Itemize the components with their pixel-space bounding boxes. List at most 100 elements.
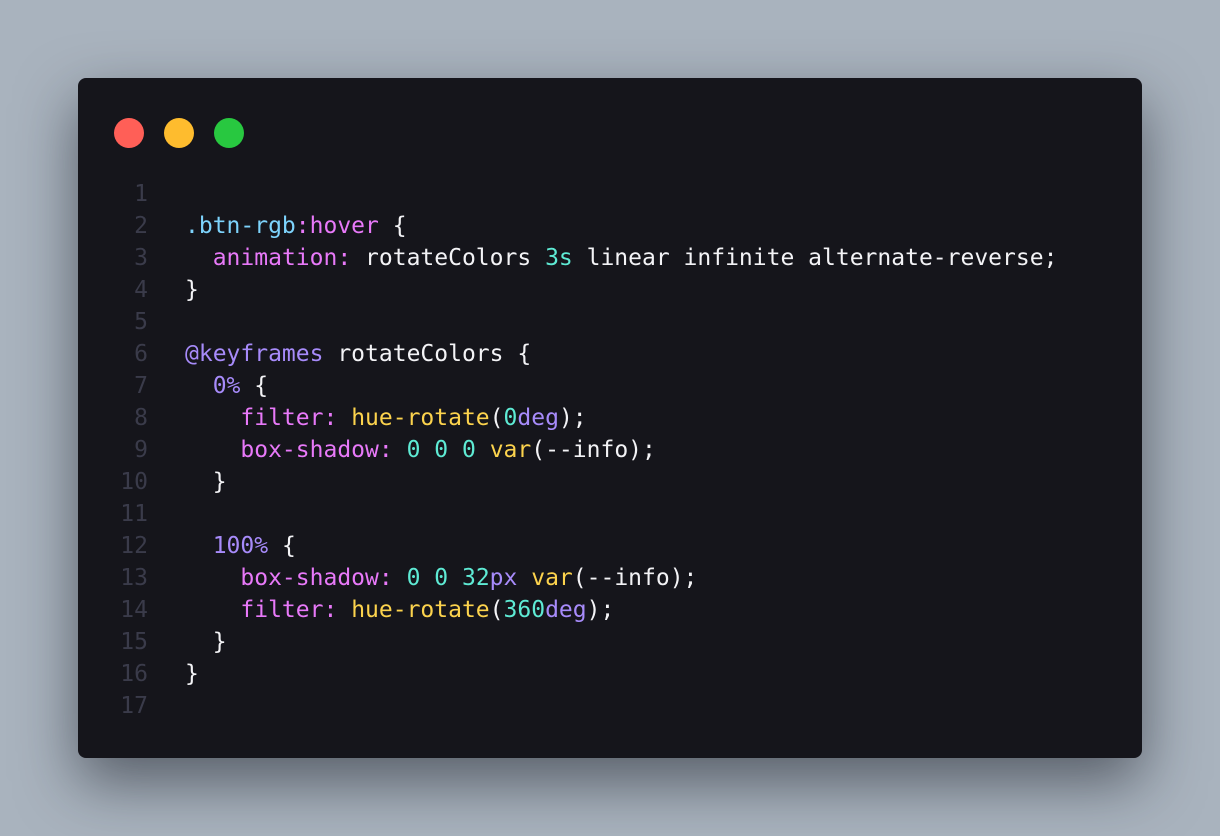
- line-number: 11: [120, 501, 148, 527]
- code-line: 8 filter: hue-rotate(0deg);: [78, 402, 1142, 434]
- code-line-content: [148, 306, 185, 338]
- code-token: rotateColors {: [323, 341, 532, 367]
- code-token: (: [489, 597, 504, 623]
- code-token: 360: [503, 597, 546, 623]
- code-token: var: [489, 437, 532, 463]
- code-token: }: [185, 277, 199, 303]
- code-token: (: [489, 405, 504, 431]
- code-line: 14 filter: hue-rotate(360deg);: [78, 594, 1142, 626]
- code-token: {: [240, 373, 269, 399]
- code-token: {: [268, 533, 296, 559]
- maximize-button[interactable]: [214, 118, 244, 148]
- code-token: animation:: [212, 245, 352, 271]
- line-number: 7: [134, 373, 148, 399]
- code-token: box-shadow:: [240, 437, 393, 463]
- line-number: 5: [134, 309, 148, 335]
- code-token: :hover: [295, 213, 379, 239]
- code-token: @keyframes: [185, 341, 324, 367]
- code-line-content: filter: hue-rotate(0deg);: [148, 402, 587, 434]
- minimize-button[interactable]: [164, 118, 194, 148]
- code-token: );: [558, 405, 587, 431]
- code-line: 2 .btn-rgb:hover {: [78, 210, 1142, 242]
- line-number: 6: [134, 341, 148, 367]
- code-line-content: .btn-rgb:hover {: [148, 210, 407, 242]
- code-token: 0%: [212, 373, 241, 399]
- code-line-content: }: [148, 466, 227, 498]
- code-line-content: [148, 178, 185, 210]
- line-number: 14: [120, 597, 148, 623]
- line-number: 10: [120, 469, 148, 495]
- code-window: 1 2 .btn-rgb:hover {3 animation: rotateCol…: [78, 78, 1142, 758]
- code-token: 0: [503, 405, 518, 431]
- code-line: 13 box-shadow: 0 0 32px var(--info);: [78, 562, 1142, 594]
- code-token: deg: [545, 597, 587, 623]
- code-line: 17: [78, 690, 1142, 722]
- code-line: 5: [78, 306, 1142, 338]
- line-number: 9: [134, 437, 148, 463]
- code-token: px: [489, 565, 518, 591]
- code-token: var: [531, 565, 573, 591]
- code-token: hue-rotate: [351, 405, 490, 431]
- line-number: 17: [120, 693, 148, 719]
- line-number: 12: [120, 533, 148, 559]
- code-line: 7 0% {: [78, 370, 1142, 402]
- code-line-content: [148, 498, 185, 530]
- code-line-content: }: [148, 626, 227, 658]
- line-number: 15: [120, 629, 148, 655]
- code-token: rotateColors: [351, 245, 546, 271]
- code-line-content: 100% {: [148, 530, 296, 562]
- line-number: 13: [120, 565, 148, 591]
- code-line: 16}: [78, 658, 1142, 690]
- code-line: 4}: [78, 274, 1142, 306]
- code-line-content: 0% {: [148, 370, 268, 402]
- code-line-content: [148, 690, 185, 722]
- code-token: (--info);: [572, 565, 698, 591]
- code-line-content: box-shadow: 0 0 0 var(--info);: [148, 434, 655, 466]
- code-line: 9 box-shadow: 0 0 0 var(--info);: [78, 434, 1142, 466]
- code-token: .btn-rgb: [185, 213, 296, 239]
- code-line: 10 }: [78, 466, 1142, 498]
- code-token: }: [185, 469, 227, 495]
- line-number: 8: [134, 405, 148, 431]
- code-line: 3 animation: rotateColors 3s linear infi…: [78, 242, 1142, 274]
- line-number: 1: [134, 181, 148, 207]
- code-line-content: }: [148, 658, 199, 690]
- code-line-content: @keyframes rotateColors {: [148, 338, 531, 370]
- code-line: 11: [78, 498, 1142, 530]
- code-block: 1 2 .btn-rgb:hover {3 animation: rotateCol…: [78, 178, 1142, 722]
- code-token: }: [185, 661, 199, 687]
- code-token: filter:: [240, 597, 338, 623]
- line-number: 3: [134, 245, 148, 271]
- code-token: 0 0 0: [406, 437, 476, 463]
- code-token: );: [586, 597, 615, 623]
- code-token: filter:: [240, 405, 338, 431]
- code-line: 15 }: [78, 626, 1142, 658]
- code-line-content: box-shadow: 0 0 32px var(--info);: [148, 562, 697, 594]
- code-token: 3s: [545, 245, 573, 271]
- code-token: box-shadow:: [240, 565, 393, 591]
- code-token: deg: [517, 405, 559, 431]
- code-token: linear infinite alternate-reverse;: [572, 245, 1058, 271]
- code-token: 100%: [212, 533, 269, 559]
- code-token: {: [378, 213, 407, 239]
- line-number: 16: [120, 661, 148, 687]
- line-number: 4: [134, 277, 148, 303]
- line-number: 2: [134, 213, 148, 239]
- code-line: 1: [78, 178, 1142, 210]
- window-controls: [114, 118, 244, 148]
- close-button[interactable]: [114, 118, 144, 148]
- code-token: hue-rotate: [351, 597, 490, 623]
- code-line-content: }: [148, 274, 199, 306]
